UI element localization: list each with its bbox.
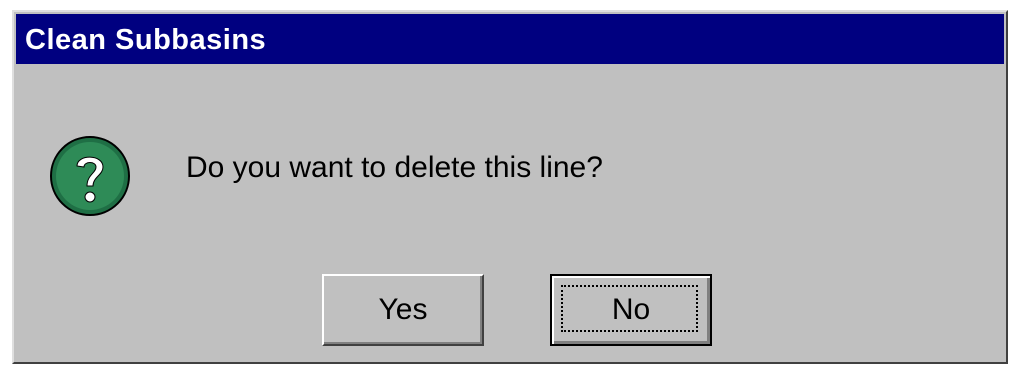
yes-button-label: Yes <box>378 293 428 326</box>
dialog-title: Clean Subbasins <box>25 24 267 56</box>
yes-button[interactable]: Yes <box>322 274 484 346</box>
no-button-label: No <box>611 293 651 326</box>
dialog-message: Do you want to delete this line? <box>186 151 603 184</box>
question-mark-icon <box>48 134 132 218</box>
confirm-dialog: Clean Subbasins Do you want to delete th… <box>12 10 1008 364</box>
no-button[interactable]: No <box>550 274 712 346</box>
title-bar[interactable]: Clean Subbasins <box>16 14 1004 64</box>
